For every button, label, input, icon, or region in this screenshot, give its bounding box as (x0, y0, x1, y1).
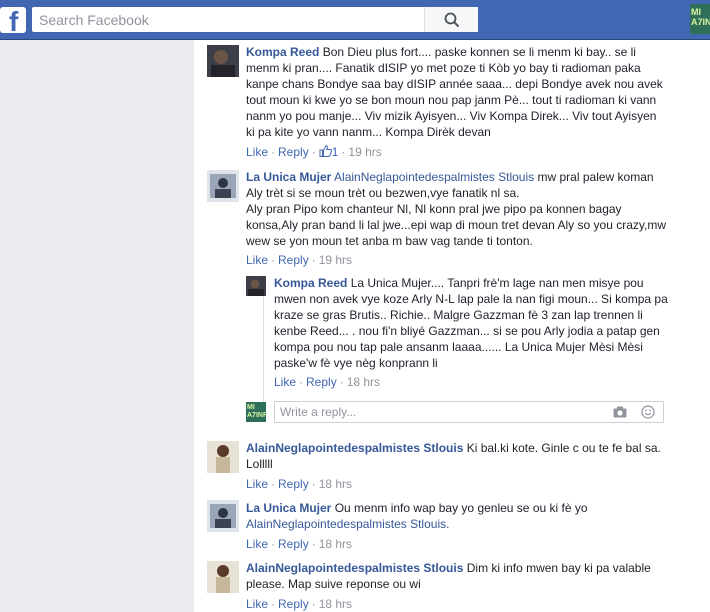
comment-text: Ou menm info wap bay yo genleu se ou ki … (334, 501, 588, 515)
top-navigation-bar: f MI A7INF (0, 0, 710, 40)
comment-body: AlainNeglapointedespalmistes Stlouis Ki … (246, 440, 668, 472)
comment-body: Kompa Reed Bon Dieu plus fort.... paske … (246, 44, 668, 140)
like-link[interactable]: Like (246, 253, 268, 267)
search-icon (444, 12, 459, 27)
comment-actions: Like · Reply · 18 hrs (246, 537, 353, 551)
comment-actions: Like · Reply · 18 hrs (246, 597, 353, 611)
like-link[interactable]: Like (274, 375, 296, 389)
mention-link[interactable]: AlainNeglapointedespalmistes Stlouis (334, 170, 534, 184)
reply-body: Kompa Reed La Unica Mujer.... Tanpri frè… (274, 275, 668, 371)
reply-avatar-text: MI A7INF (247, 404, 266, 419)
comment-author[interactable]: Kompa Reed (246, 45, 319, 59)
comment-text: Bon Dieu plus fort.... paske konnen se l… (246, 45, 663, 139)
avatar[interactable] (207, 500, 239, 532)
reply-link[interactable]: Reply (278, 145, 309, 159)
facebook-logo-icon[interactable]: f (0, 7, 26, 33)
smiley-icon[interactable] (641, 405, 655, 419)
like-link[interactable]: Like (246, 597, 268, 611)
comment-time[interactable]: 19 hrs (348, 145, 381, 159)
avatar[interactable] (207, 170, 239, 202)
comment-author[interactable]: La Unica Mujer (246, 501, 331, 515)
reply-input[interactable] (275, 402, 595, 422)
comment-time[interactable]: 18 hrs (319, 597, 352, 611)
user-avatar-text: MI A7INF (691, 7, 710, 27)
comment-author[interactable]: AlainNeglapointedespalmistes Stlouis (246, 441, 463, 455)
reply-link[interactable]: Reply (306, 375, 337, 389)
comment-body: La Unica Mujer Ou menm info wap bay yo g… (246, 500, 668, 532)
search-container (32, 7, 478, 32)
comment-time[interactable]: 18 hrs (319, 537, 352, 551)
reply-link[interactable]: Reply (278, 253, 309, 267)
like-link[interactable]: Like (246, 477, 268, 491)
reply-link[interactable]: Reply (278, 537, 309, 551)
comment-actions: Like · Reply · 18 hrs (274, 375, 381, 389)
search-button[interactable] (424, 7, 478, 32)
avatar[interactable] (207, 441, 239, 473)
camera-icon[interactable] (613, 406, 627, 418)
comment-text: La Unica Mujer.... Tanpri frè'm lage nan… (274, 276, 668, 370)
comment-actions: Like · Reply · 19 hrs (246, 253, 353, 267)
comment-actions: Like · Reply · 1 · 19 hrs (246, 145, 382, 159)
reply-link[interactable]: Reply (278, 597, 309, 611)
avatar[interactable] (246, 276, 266, 296)
like-link[interactable]: Like (246, 145, 268, 159)
reply-box (274, 401, 664, 423)
like-link[interactable]: Like (246, 537, 268, 551)
avatar: MI A7INF (246, 402, 266, 422)
comment-body: La Unica Mujer AlainNeglapointedespalmis… (246, 169, 668, 249)
comment-time[interactable]: 18 hrs (347, 375, 380, 389)
comment-time[interactable]: 19 hrs (319, 253, 352, 267)
reply-link[interactable]: Reply (278, 477, 309, 491)
thread-line (263, 275, 264, 415)
comment-body: AlainNeglapointedespalmistes Stlouis Dim… (246, 560, 668, 592)
avatar[interactable] (207, 561, 239, 593)
comment-time[interactable]: 18 hrs (319, 477, 352, 491)
mention-link[interactable]: AlainNeglapointedespalmistes Stlouis. (246, 517, 449, 531)
search-input[interactable] (32, 7, 432, 32)
comment-author[interactable]: La Unica Mujer (246, 170, 331, 184)
comment-author[interactable]: AlainNeglapointedespalmistes Stlouis (246, 561, 463, 575)
avatar[interactable] (207, 45, 239, 77)
comment-actions: Like · Reply · 18 hrs (246, 477, 353, 491)
logo-letter: f (9, 7, 19, 33)
user-avatar[interactable]: MI A7INF (690, 4, 710, 34)
comment-author[interactable]: Kompa Reed (274, 276, 347, 290)
thumbs-up-icon[interactable] (319, 145, 332, 157)
